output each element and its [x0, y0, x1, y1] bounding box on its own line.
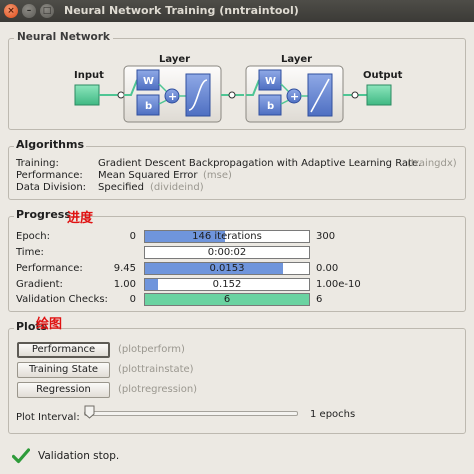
plot-function-name: (plotregression)	[118, 384, 198, 395]
plot-performance-button[interactable]: Performance	[17, 342, 110, 358]
progress-max: 6	[316, 294, 323, 305]
plot-training-state-button[interactable]: Training State	[17, 362, 110, 378]
plot-interval-slider[interactable]	[84, 411, 298, 416]
algorithm-value: Gradient Descent Backpropagation with Ad…	[98, 158, 422, 169]
progress-section-title: Progress	[14, 208, 73, 221]
progress-label: Gradient:	[16, 279, 63, 290]
layer-1-weight-label: W	[143, 76, 154, 87]
output-label: Output	[363, 70, 403, 81]
layer-2-sum-label: +	[290, 90, 299, 103]
progress-label: Epoch:	[16, 231, 50, 242]
progress-min: 1.00	[113, 279, 136, 290]
status-text: Validation stop.	[38, 450, 120, 462]
progress-label: Time:	[16, 247, 44, 258]
algorithm-value: Mean Squared Error	[98, 170, 198, 181]
plot-function-name: (plottrainstate)	[118, 364, 194, 375]
input-block	[74, 84, 100, 106]
output-node	[351, 91, 359, 99]
algorithm-code: (traingdx)	[407, 158, 457, 169]
progress-bar-text: 0.152	[212, 279, 242, 290]
layer-1-sum-label: +	[168, 90, 177, 103]
progress-bar-text: 6	[223, 294, 231, 305]
plots-annotation: 绘图	[36, 317, 63, 332]
progress-max: 0.00	[316, 263, 339, 274]
plot-regression-button[interactable]: Regression	[17, 382, 110, 398]
progress-min: 0	[129, 231, 136, 242]
progress-min: 9.45	[113, 263, 136, 274]
progress-bar: 146 iterations	[144, 230, 310, 243]
progress-max: 300	[316, 231, 336, 242]
layer-2-label: Layer	[281, 54, 312, 65]
algorithm-code: (divideind)	[150, 182, 204, 193]
progress-bar-text: 0.0153	[209, 263, 245, 274]
check-icon	[12, 448, 30, 464]
plot-interval-slider-thumb[interactable]	[84, 405, 95, 419]
layer-2-bias-label: b	[267, 101, 274, 112]
plot-interval-value: 1 epochs	[310, 409, 356, 420]
algorithms-section-title: Algorithms	[14, 138, 87, 151]
algorithm-label: Training:	[16, 158, 59, 169]
algorithm-label: Data Division:	[16, 182, 87, 193]
progress-max: 1.00e-10	[316, 279, 361, 290]
progress-bar-text: 146 iterations	[192, 231, 262, 242]
progress-bar: 6	[144, 293, 310, 306]
algorithm-code: (mse)	[203, 170, 232, 181]
algorithm-value: Specified	[98, 182, 144, 193]
output-block	[366, 84, 392, 106]
layer-1-bias-label: b	[145, 101, 152, 112]
progress-min: 0	[129, 294, 136, 305]
network-diagram: Input Layer W b + Layer W b + Output	[74, 54, 403, 123]
progress-bar: 0:00:02	[144, 246, 310, 259]
hidden-node	[228, 91, 236, 99]
input-label: Input	[74, 70, 104, 81]
input-node	[117, 91, 125, 99]
progress-bar-text: 0:00:02	[207, 247, 247, 258]
layer-2-weight-label: W	[265, 76, 276, 87]
progress-label: Performance:	[16, 263, 83, 274]
plot-interval-label: Plot Interval:	[16, 412, 80, 423]
progress-bar: 0.152	[144, 278, 310, 291]
progress-label: Validation Checks:	[16, 294, 108, 305]
algorithm-label: Performance:	[16, 170, 83, 181]
plot-function-name: (plotperform)	[118, 344, 185, 355]
progress-annotation: 进度	[67, 211, 94, 226]
progress-bar: 0.0153	[144, 262, 310, 275]
layer-1-label: Layer	[159, 54, 190, 65]
